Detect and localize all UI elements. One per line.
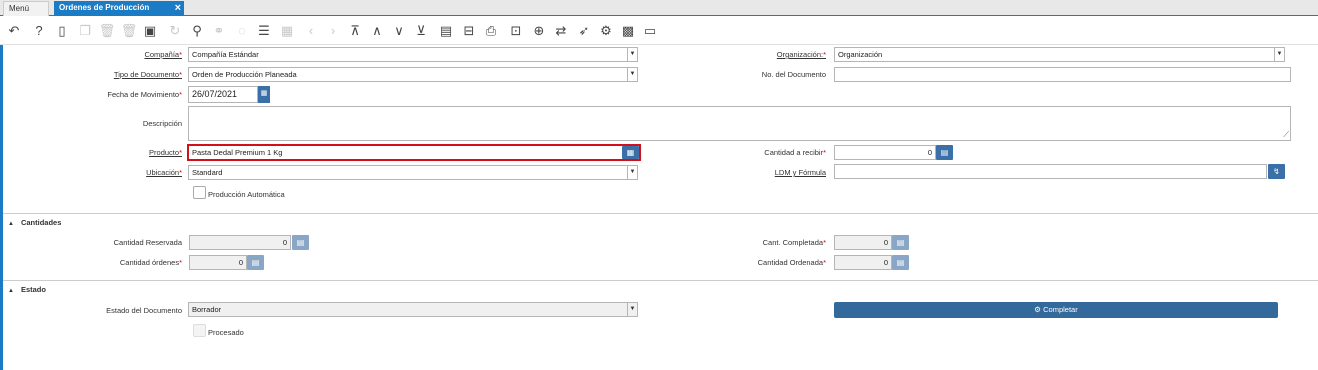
description-textarea[interactable]: ⟋ bbox=[188, 106, 1291, 141]
reserved-qty-label: Cantidad Reservada bbox=[113, 238, 182, 247]
undo-icon[interactable]: ↶ bbox=[5, 22, 23, 40]
chevron-down-icon[interactable]: ▼ bbox=[627, 166, 637, 179]
calculator-icon[interactable]: ▤ bbox=[892, 235, 909, 250]
calculator-icon[interactable]: ▤ bbox=[292, 235, 309, 250]
organization-label: Organización:* bbox=[776, 50, 826, 59]
description-label: Descripción bbox=[142, 119, 182, 128]
organization-select[interactable]: Organización ▼ bbox=[834, 47, 1285, 62]
organization-value: Organización bbox=[838, 50, 883, 59]
print-icon[interactable]: ⎙ bbox=[482, 22, 500, 40]
section-divider bbox=[3, 213, 1318, 214]
calculator-icon[interactable]: ▤ bbox=[247, 255, 264, 270]
chat-icon[interactable]: ◌ bbox=[233, 22, 251, 40]
product-search-input[interactable]: Pasta Dedal Premium 1 Kg bbox=[187, 144, 641, 161]
chevron-down-icon[interactable]: ▼ bbox=[1274, 48, 1284, 61]
zoom-across-icon[interactable]: ⊕ bbox=[530, 22, 548, 40]
qty-receive-input[interactable]: 0 bbox=[834, 145, 936, 160]
save-icon[interactable]: ▣ bbox=[141, 22, 159, 40]
calculator-icon[interactable]: ▤ bbox=[936, 145, 953, 160]
processed-checkbox bbox=[193, 324, 206, 337]
find-icon[interactable]: ⚲ bbox=[188, 22, 206, 40]
attachment-icon[interactable]: ⚭ bbox=[210, 22, 228, 40]
doc-no-input[interactable] bbox=[834, 67, 1291, 82]
bom-label: LDM y Fórmula bbox=[774, 168, 826, 177]
lock-icon[interactable]: ⊡ bbox=[507, 22, 525, 40]
section-cantidades-header[interactable]: ▲ Cantidades bbox=[8, 218, 61, 227]
toolbar: ↶ ? ▯ ❐ 🗑 🗑 ▣ ↻ ⚲ ⚭ ◌ ☰ ▦ ‹ › ⊼ ∧ ∨ ⊻ ▤ … bbox=[0, 17, 1318, 45]
last-record-icon[interactable]: ⊻ bbox=[412, 22, 430, 40]
orders-qty-label: Cantidad órdenes* bbox=[119, 258, 182, 267]
movement-date-input[interactable]: 26/07/2021 bbox=[188, 86, 258, 103]
delete-icon[interactable]: 🗑 bbox=[98, 22, 116, 40]
tab-production-orders[interactable]: Ordenes de Producción Plane... × bbox=[54, 1, 184, 26]
section-divider bbox=[3, 280, 1318, 281]
doc-no-label: No. del Documento bbox=[761, 70, 826, 79]
first-record-icon[interactable]: ⊼ bbox=[346, 22, 364, 40]
bom-search-icon[interactable]: ↯ bbox=[1268, 164, 1285, 179]
process-icon[interactable]: ⚙ bbox=[597, 22, 615, 40]
calculator-icon[interactable]: ▤ bbox=[892, 255, 909, 270]
locator-label: Ubicación* bbox=[146, 168, 182, 177]
section-estado-header[interactable]: ▲ Estado bbox=[8, 285, 46, 294]
doc-type-value: Orden de Producción Planeada bbox=[192, 70, 297, 79]
archive-icon[interactable]: ⊟ bbox=[460, 22, 478, 40]
chevron-down-icon[interactable]: ▼ bbox=[627, 48, 637, 61]
tab-menu[interactable]: Menú (35) bbox=[3, 1, 49, 27]
copy-icon[interactable]: ❐ bbox=[76, 22, 94, 40]
product-search-icon[interactable]: ▦ bbox=[622, 146, 639, 159]
complete-button[interactable]: ⚙ Completar bbox=[834, 302, 1278, 318]
locator-value: Standard bbox=[192, 168, 223, 177]
previous-icon[interactable]: ‹ bbox=[302, 22, 320, 40]
company-select[interactable]: Compañía Estándar ▼ bbox=[188, 47, 638, 62]
locator-select[interactable]: Standard ▼ bbox=[188, 165, 638, 180]
processed-label: Procesado bbox=[208, 328, 244, 337]
orders-qty-input[interactable]: 0 bbox=[189, 255, 247, 270]
company-value: Compañía Estándar bbox=[192, 50, 259, 59]
product-value: Pasta Dedal Premium 1 Kg bbox=[192, 148, 283, 157]
workflow-icon[interactable]: ➶ bbox=[575, 22, 593, 40]
collapse-icon: ▲ bbox=[8, 288, 14, 294]
help-icon[interactable]: ? bbox=[30, 22, 48, 40]
history-icon[interactable]: ▦ bbox=[278, 22, 296, 40]
collapse-icon: ▲ bbox=[8, 221, 14, 227]
company-label: Compañía* bbox=[144, 50, 182, 59]
auto-production-checkbox[interactable] bbox=[193, 186, 206, 199]
grid-toggle-icon[interactable]: ☰ bbox=[255, 22, 273, 40]
delete-selection-icon[interactable]: 🗑 bbox=[120, 22, 138, 40]
new-record-icon[interactable]: ▯ bbox=[53, 22, 71, 40]
previous-record-icon[interactable]: ∧ bbox=[368, 22, 386, 40]
product-label: Producto* bbox=[149, 148, 182, 157]
resize-grip-icon[interactable]: ⟋ bbox=[1283, 130, 1289, 140]
left-accent-bar bbox=[0, 45, 3, 370]
bom-input[interactable] bbox=[834, 164, 1267, 179]
completed-qty-input[interactable]: 0 bbox=[834, 235, 892, 250]
refresh-icon[interactable]: ↻ bbox=[166, 22, 184, 40]
chevron-down-icon[interactable]: ▼ bbox=[627, 68, 637, 81]
post-icon[interactable]: ▭ bbox=[641, 22, 659, 40]
auto-production-label: Producción Automática bbox=[208, 190, 285, 199]
report-icon[interactable]: ▤ bbox=[437, 22, 455, 40]
complete-button-label: Completar bbox=[1043, 305, 1078, 314]
doc-status-label: Estado del Documento bbox=[106, 306, 182, 315]
requests-icon[interactable]: ⇄ bbox=[552, 22, 570, 40]
close-icon[interactable]: × bbox=[175, 1, 181, 15]
tab-bar: Menú (35) Ordenes de Producción Plane...… bbox=[0, 0, 1318, 27]
qty-receive-label: Cantidad a recibir* bbox=[764, 148, 826, 157]
gear-icon: ⚙ bbox=[1034, 305, 1042, 314]
doc-status-select[interactable]: Borrador ▼ bbox=[188, 302, 638, 317]
calendar-icon[interactable]: ▦ bbox=[258, 86, 270, 103]
product-info-icon[interactable]: ▩ bbox=[619, 22, 637, 40]
movement-date-label: Fecha de Movimiento* bbox=[107, 90, 182, 99]
completed-qty-label: Cant. Completada* bbox=[762, 238, 826, 247]
next-icon[interactable]: › bbox=[324, 22, 342, 40]
chevron-down-icon[interactable]: ▼ bbox=[627, 303, 637, 316]
reserved-qty-input[interactable]: 0 bbox=[189, 235, 291, 250]
ordered-qty-label: Cantidad Ordenada* bbox=[757, 258, 826, 267]
ordered-qty-input[interactable]: 0 bbox=[834, 255, 892, 270]
doc-type-select[interactable]: Orden de Producción Planeada ▼ bbox=[188, 67, 638, 82]
doc-type-label: Tipo de Documento* bbox=[113, 70, 182, 79]
next-record-icon[interactable]: ∨ bbox=[390, 22, 408, 40]
doc-status-value: Borrador bbox=[192, 305, 222, 314]
